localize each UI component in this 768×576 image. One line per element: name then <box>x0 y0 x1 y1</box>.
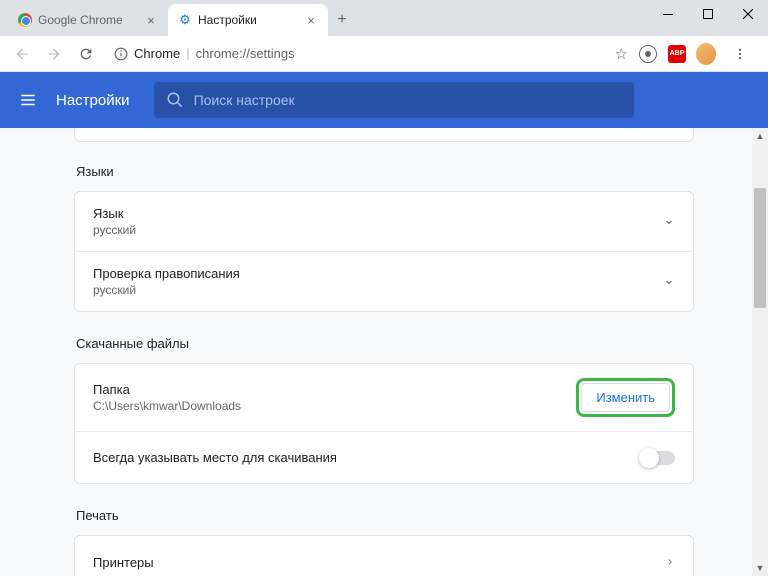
row-label: Всегда указывать место для скачивания <box>93 450 641 465</box>
row-label: Проверка правописания <box>93 266 663 281</box>
yandex-icon[interactable] <box>638 44 658 64</box>
new-tab-button[interactable]: + <box>328 6 356 34</box>
search-input[interactable] <box>194 92 622 108</box>
tab-settings[interactable]: ⚙ Настройки × <box>168 4 328 36</box>
avatar[interactable] <box>696 44 716 64</box>
close-button[interactable] <box>728 0 768 28</box>
scroll-down-icon[interactable]: ▼ <box>752 560 768 576</box>
forward-button[interactable] <box>40 40 68 68</box>
window-controls <box>648 0 768 28</box>
search-icon <box>166 91 184 109</box>
language-row[interactable]: Язык русский <box>75 192 693 251</box>
address-field[interactable]: Chrome | chrome://settings <box>104 40 605 68</box>
change-button[interactable]: Изменить <box>581 383 670 412</box>
row-label: Язык <box>93 206 663 221</box>
chevron-down-icon <box>663 276 675 288</box>
download-folder-row: Папка C:\Users\kmwar\Downloads Изменить <box>75 364 693 431</box>
tab-title: Настройки <box>198 13 257 27</box>
tab-title: Google Chrome <box>38 13 123 27</box>
chevron-right-icon <box>665 557 675 567</box>
section-title-print: Печать <box>76 508 694 523</box>
gear-icon: ⚙ <box>178 13 192 27</box>
back-button[interactable] <box>8 40 36 68</box>
scroll-thumb[interactable] <box>754 188 766 308</box>
row-label: Папка <box>93 382 576 397</box>
printers-row[interactable]: Принтеры <box>75 536 693 576</box>
chevron-down-icon <box>663 216 675 228</box>
address-bar: Chrome | chrome://settings ☆ ABP <box>0 36 768 72</box>
languages-card: Язык русский Проверка правописания русск… <box>74 191 694 312</box>
menu-icon[interactable] <box>726 40 754 68</box>
search-box[interactable] <box>154 82 634 118</box>
settings-header: Настройки <box>0 72 768 128</box>
section-title-languages: Языки <box>76 164 694 179</box>
chrome-icon <box>18 13 32 27</box>
adblock-icon[interactable]: ABP <box>668 45 686 63</box>
spellcheck-row[interactable]: Проверка правописания русский <box>75 251 693 311</box>
close-icon[interactable]: × <box>304 13 318 27</box>
row-sub: русский <box>93 223 663 237</box>
ask-location-toggle[interactable] <box>641 451 675 465</box>
change-button-highlight: Изменить <box>576 378 675 417</box>
address-prefix: Chrome <box>134 46 180 61</box>
section-title-downloads: Скачанные файлы <box>76 336 694 351</box>
ask-location-row: Всегда указывать место для скачивания <box>75 431 693 483</box>
maximize-button[interactable] <box>688 0 728 28</box>
tab-google-chrome[interactable]: Google Chrome × <box>8 4 168 36</box>
downloads-card: Папка C:\Users\kmwar\Downloads Изменить … <box>74 363 694 484</box>
print-card: Принтеры Виртуальный принтер Google <box>74 535 694 576</box>
folder-path: C:\Users\kmwar\Downloads <box>93 399 576 413</box>
scrollbar[interactable]: ▲ ▼ <box>752 128 768 576</box>
bookmark-icon[interactable]: ☆ <box>615 45 628 63</box>
minimize-button[interactable] <box>648 0 688 28</box>
info-icon <box>114 47 128 61</box>
address-url: chrome://settings <box>196 46 295 61</box>
browser-tabs: Google Chrome × ⚙ Настройки × <box>8 4 328 36</box>
reload-button[interactable] <box>72 40 100 68</box>
row-sub: русский <box>93 283 663 297</box>
extension-icons: ☆ ABP <box>609 40 760 68</box>
close-icon[interactable]: × <box>144 13 158 27</box>
window-titlebar: Google Chrome × ⚙ Настройки × + <box>0 0 768 36</box>
row-label: Принтеры <box>93 555 665 570</box>
hamburger-menu[interactable] <box>16 88 40 112</box>
scroll-up-icon[interactable]: ▲ <box>752 128 768 144</box>
settings-content: Языки Язык русский Проверка правописания… <box>0 128 768 576</box>
card-stub <box>74 128 694 142</box>
page-title: Настройки <box>56 92 130 109</box>
